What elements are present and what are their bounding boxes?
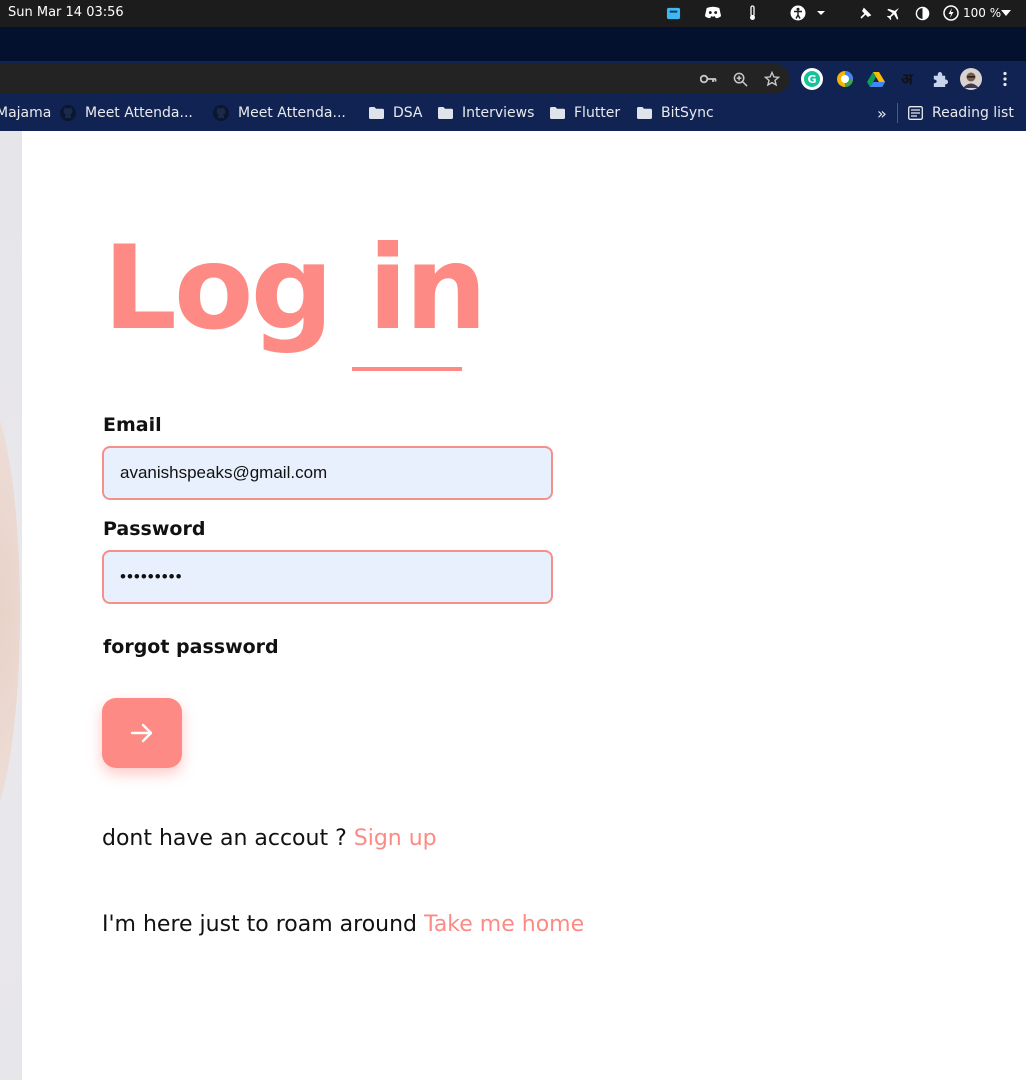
os-clock[interactable]: Sun Mar 14 03:56 xyxy=(8,5,124,20)
password-field[interactable] xyxy=(102,550,553,604)
bookmark-item[interactable]: DSA xyxy=(369,103,423,123)
clock-extension-icon[interactable] xyxy=(834,68,856,90)
bookmark-label: BitSync xyxy=(661,105,714,121)
bookmark-label: Interviews xyxy=(462,105,535,121)
roam-row: I'm here just to roam around Take me hom… xyxy=(102,912,584,937)
bookmark-item[interactable]: Majama xyxy=(0,103,51,123)
github-icon xyxy=(213,105,229,121)
address-bar[interactable] xyxy=(0,64,790,93)
puzzle-icon[interactable] xyxy=(928,68,950,90)
grammarly-icon[interactable]: G xyxy=(801,68,823,90)
folder-icon xyxy=(438,107,453,119)
bookmark-label: Meet Attenda... xyxy=(238,105,346,121)
battery-level[interactable]: 100 % xyxy=(963,6,1001,20)
tracker-icon[interactable] xyxy=(665,4,681,22)
bookmark-item[interactable]: Meet Attenda... xyxy=(60,103,193,123)
airplane-icon[interactable] xyxy=(885,4,903,22)
title-underline xyxy=(352,367,462,371)
reading-list-button[interactable]: Reading list xyxy=(908,103,1014,123)
background-image-edge xyxy=(0,131,22,1080)
discord-icon[interactable] xyxy=(703,4,723,22)
email-field[interactable] xyxy=(102,446,553,500)
zoom-icon[interactable] xyxy=(731,70,749,88)
email-label: Email xyxy=(103,414,162,436)
signup-row: dont have an accout ? Sign up xyxy=(102,826,437,851)
bookmark-label: Meet Attenda... xyxy=(85,105,193,121)
bookmark-item[interactable]: Flutter xyxy=(550,103,620,123)
hindi-input-icon[interactable]: अ xyxy=(896,68,918,90)
bookmark-item[interactable]: Meet Attenda... xyxy=(213,103,346,123)
accessibility-icon[interactable] xyxy=(788,4,828,22)
bookmark-label: DSA xyxy=(393,105,423,121)
star-icon[interactable] xyxy=(763,70,781,88)
bookmark-item[interactable]: Interviews xyxy=(438,103,534,123)
password-label: Password xyxy=(103,518,206,540)
chevron-down-icon[interactable] xyxy=(1000,4,1012,22)
key-icon[interactable] xyxy=(699,70,717,88)
contrast-icon[interactable] xyxy=(913,4,931,22)
svg-text:G: G xyxy=(807,73,816,86)
page-title: Log in xyxy=(103,221,487,356)
browser-tab-strip xyxy=(0,27,1026,61)
profile-avatar[interactable] xyxy=(960,68,982,90)
bookmark-label: Majama xyxy=(0,105,52,121)
thermometer-icon[interactable] xyxy=(746,4,758,22)
github-icon xyxy=(60,105,76,121)
forgot-password-link[interactable]: forgot password xyxy=(103,636,279,658)
take-me-home-link[interactable]: Take me home xyxy=(424,912,584,937)
reading-list-icon xyxy=(908,106,923,120)
arrow-right-icon xyxy=(130,722,154,744)
signup-prompt: dont have an accout ? xyxy=(102,826,347,851)
login-submit-button[interactable] xyxy=(102,698,182,768)
roam-prompt: I'm here just to roam around xyxy=(102,912,418,937)
bookmark-item[interactable]: BitSync xyxy=(637,103,714,123)
folder-icon xyxy=(369,107,384,119)
menu-dots-icon[interactable] xyxy=(994,68,1016,90)
folder-icon xyxy=(637,107,652,119)
reading-list-label: Reading list xyxy=(932,105,1014,121)
pin-icon[interactable] xyxy=(858,4,874,22)
drive-icon[interactable] xyxy=(865,68,887,90)
bookmarks-overflow-button[interactable]: » xyxy=(877,103,887,123)
power-icon[interactable] xyxy=(942,4,960,22)
os-top-bar: Sun Mar 14 03:56 100 % xyxy=(0,0,1026,27)
signup-link[interactable]: Sign up xyxy=(354,826,437,851)
bookmarks-divider xyxy=(897,103,898,123)
folder-icon xyxy=(550,107,565,119)
bookmark-label: Flutter xyxy=(574,105,621,121)
